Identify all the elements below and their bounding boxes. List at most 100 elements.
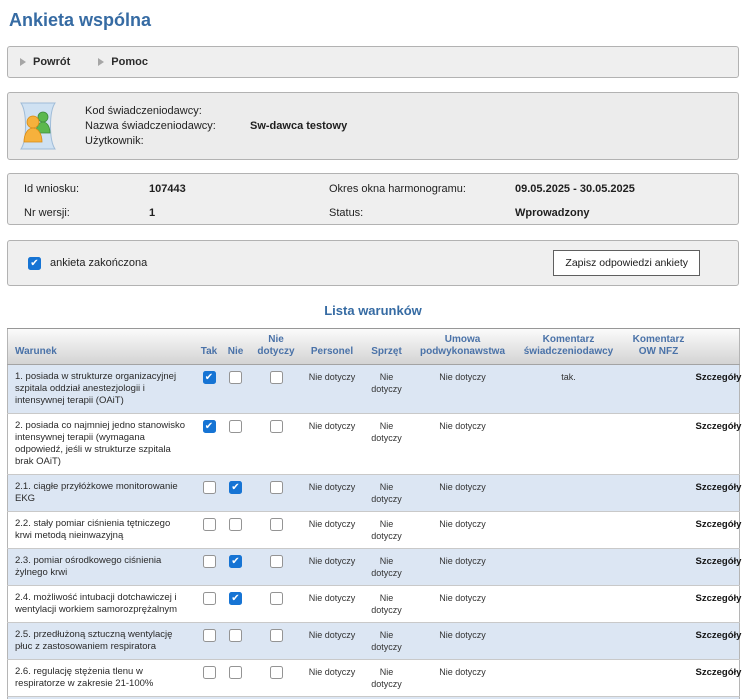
column-header-nie-dotyczy: Nie dotyczy xyxy=(249,329,304,365)
details-cell: Szczegóły xyxy=(693,586,740,623)
schedule-period-label: Okres okna harmonogramu: xyxy=(329,183,515,201)
tak-checkbox[interactable] xyxy=(203,629,216,642)
sprzet-value: Nie dotyczy xyxy=(361,512,413,549)
nie-dotyczy-checkbox[interactable] xyxy=(270,555,283,568)
nie-checkbox[interactable] xyxy=(229,371,242,384)
request-id-label: Id wniosku: xyxy=(24,183,149,201)
nie-dotyczy-checkbox[interactable] xyxy=(270,518,283,531)
column-header-komentarz-swiadczeniodawcy: Komentarz świadczeniodawcy xyxy=(513,329,625,365)
nie-checkbox-cell xyxy=(223,475,249,512)
nie-dotyczy-checkbox-cell xyxy=(249,414,304,475)
version-value: 1 xyxy=(149,207,329,225)
page-title: Ankieta wspólna xyxy=(9,10,739,31)
condition-row: 2.2. stały pomiar ciśnienia tętniczego k… xyxy=(8,512,740,549)
save-answers-button[interactable]: Zapisz odpowiedzi ankiety xyxy=(553,250,700,276)
komentarz-ow-nfz-value xyxy=(625,414,693,475)
nie-dotyczy-checkbox[interactable] xyxy=(270,629,283,642)
nie-checkbox-cell xyxy=(223,549,249,586)
personel-value: Nie dotyczy xyxy=(304,623,361,660)
nie-dotyczy-checkbox-cell xyxy=(249,586,304,623)
conditions-heading: Lista warunków xyxy=(7,303,739,318)
tak-checkbox[interactable] xyxy=(203,518,216,531)
komentarz-swiadczeniodawcy-value: tak. xyxy=(513,365,625,414)
conditions-table-body: 1. posiada w strukturze organizacyjnej s… xyxy=(8,365,740,699)
details-link[interactable]: Szczegóły xyxy=(696,372,742,383)
page: Ankieta wspólna Powrót Pomoc Kod świadcz… xyxy=(0,10,746,699)
details-link[interactable]: Szczegóły xyxy=(696,556,742,567)
sprzet-value: Nie dotyczy xyxy=(361,549,413,586)
details-cell: Szczegóły xyxy=(693,512,740,549)
arrow-right-icon xyxy=(20,58,26,66)
details-link[interactable]: Szczegóły xyxy=(696,630,742,641)
nie-checkbox-cell xyxy=(223,414,249,475)
personel-value: Nie dotyczy xyxy=(304,549,361,586)
nie-dotyczy-checkbox[interactable] xyxy=(270,481,283,494)
tak-checkbox[interactable] xyxy=(203,555,216,568)
condition-text: 2.3. pomiar ośrodkowego ciśnienia żylneg… xyxy=(8,549,196,586)
nie-checkbox[interactable] xyxy=(229,555,242,568)
nie-dotyczy-checkbox[interactable] xyxy=(270,420,283,433)
condition-row: 1. posiada w strukturze organizacyjnej s… xyxy=(8,365,740,414)
tak-checkbox[interactable] xyxy=(203,592,216,605)
komentarz-swiadczeniodawcy-value xyxy=(513,623,625,660)
condition-row: 2.4. możliwość intubacji dotchawiczej i … xyxy=(8,586,740,623)
details-link[interactable]: Szczegóły xyxy=(696,593,742,604)
tak-checkbox-cell xyxy=(196,365,223,414)
details-cell: Szczegóły xyxy=(693,475,740,512)
komentarz-ow-nfz-value xyxy=(625,660,693,697)
toolbar: Powrót Pomoc xyxy=(7,46,739,78)
column-header-nie: Nie xyxy=(223,329,249,365)
details-link[interactable]: Szczegóły xyxy=(696,519,742,530)
tak-checkbox[interactable] xyxy=(203,371,216,384)
help-button[interactable]: Pomoc xyxy=(98,56,148,68)
provider-code-label: Kod świadczeniodawcy: xyxy=(85,105,250,117)
back-button[interactable]: Powrót xyxy=(20,56,70,68)
condition-row: 2. posiada co najmniej jedno stanowisko … xyxy=(8,414,740,475)
personel-value: Nie dotyczy xyxy=(304,586,361,623)
column-header-umowa-podwykonawstwa: Umowa podwykonawstwa xyxy=(413,329,513,365)
details-link[interactable]: Szczegóły xyxy=(696,482,742,493)
komentarz-swiadczeniodawcy-value xyxy=(513,512,625,549)
personel-value: Nie dotyczy xyxy=(304,475,361,512)
nie-checkbox[interactable] xyxy=(229,481,242,494)
provider-name-label: Nazwa świadczeniodawcy: xyxy=(85,120,250,132)
user-label: Użytkownik: xyxy=(85,135,250,147)
details-cell: Szczegóły xyxy=(693,623,740,660)
komentarz-ow-nfz-value xyxy=(625,475,693,512)
version-label: Nr wersji: xyxy=(24,207,149,225)
survey-finished-checkbox[interactable] xyxy=(28,257,41,270)
umowa-podwykonawstwa-value: Nie dotyczy xyxy=(413,586,513,623)
provider-info: Kod świadczeniodawcy: Nazwa świadczeniod… xyxy=(85,105,347,147)
column-header-warunek: Warunek xyxy=(8,329,196,365)
condition-row: 2.3. pomiar ośrodkowego ciśnienia żylneg… xyxy=(8,549,740,586)
umowa-podwykonawstwa-value: Nie dotyczy xyxy=(413,475,513,512)
details-link[interactable]: Szczegóły xyxy=(696,667,742,678)
nie-dotyczy-checkbox[interactable] xyxy=(270,666,283,679)
nie-checkbox[interactable] xyxy=(229,629,242,642)
users-icon xyxy=(19,102,57,150)
nie-dotyczy-checkbox-cell xyxy=(249,623,304,660)
nie-checkbox[interactable] xyxy=(229,420,242,433)
nie-checkbox[interactable] xyxy=(229,666,242,679)
condition-row: 2.6. regulację stężenia tlenu w respirat… xyxy=(8,660,740,697)
nie-dotyczy-checkbox-cell xyxy=(249,512,304,549)
details-cell: Szczegóły xyxy=(693,660,740,697)
komentarz-ow-nfz-value xyxy=(625,365,693,414)
nie-checkbox[interactable] xyxy=(229,592,242,605)
umowa-podwykonawstwa-value: Nie dotyczy xyxy=(413,365,513,414)
nie-checkbox-cell xyxy=(223,512,249,549)
nie-checkbox-cell xyxy=(223,586,249,623)
tak-checkbox[interactable] xyxy=(203,666,216,679)
condition-text: 2.4. możliwość intubacji dotchawiczej i … xyxy=(8,586,196,623)
tak-checkbox[interactable] xyxy=(203,481,216,494)
nie-dotyczy-checkbox[interactable] xyxy=(270,592,283,605)
komentarz-swiadczeniodawcy-value xyxy=(513,475,625,512)
back-button-label: Powrót xyxy=(33,56,70,68)
tak-checkbox[interactable] xyxy=(203,420,216,433)
nie-checkbox[interactable] xyxy=(229,518,242,531)
komentarz-ow-nfz-value xyxy=(625,586,693,623)
nie-checkbox-cell xyxy=(223,623,249,660)
umowa-podwykonawstwa-value: Nie dotyczy xyxy=(413,512,513,549)
nie-dotyczy-checkbox[interactable] xyxy=(270,371,283,384)
details-link[interactable]: Szczegóły xyxy=(696,421,742,432)
